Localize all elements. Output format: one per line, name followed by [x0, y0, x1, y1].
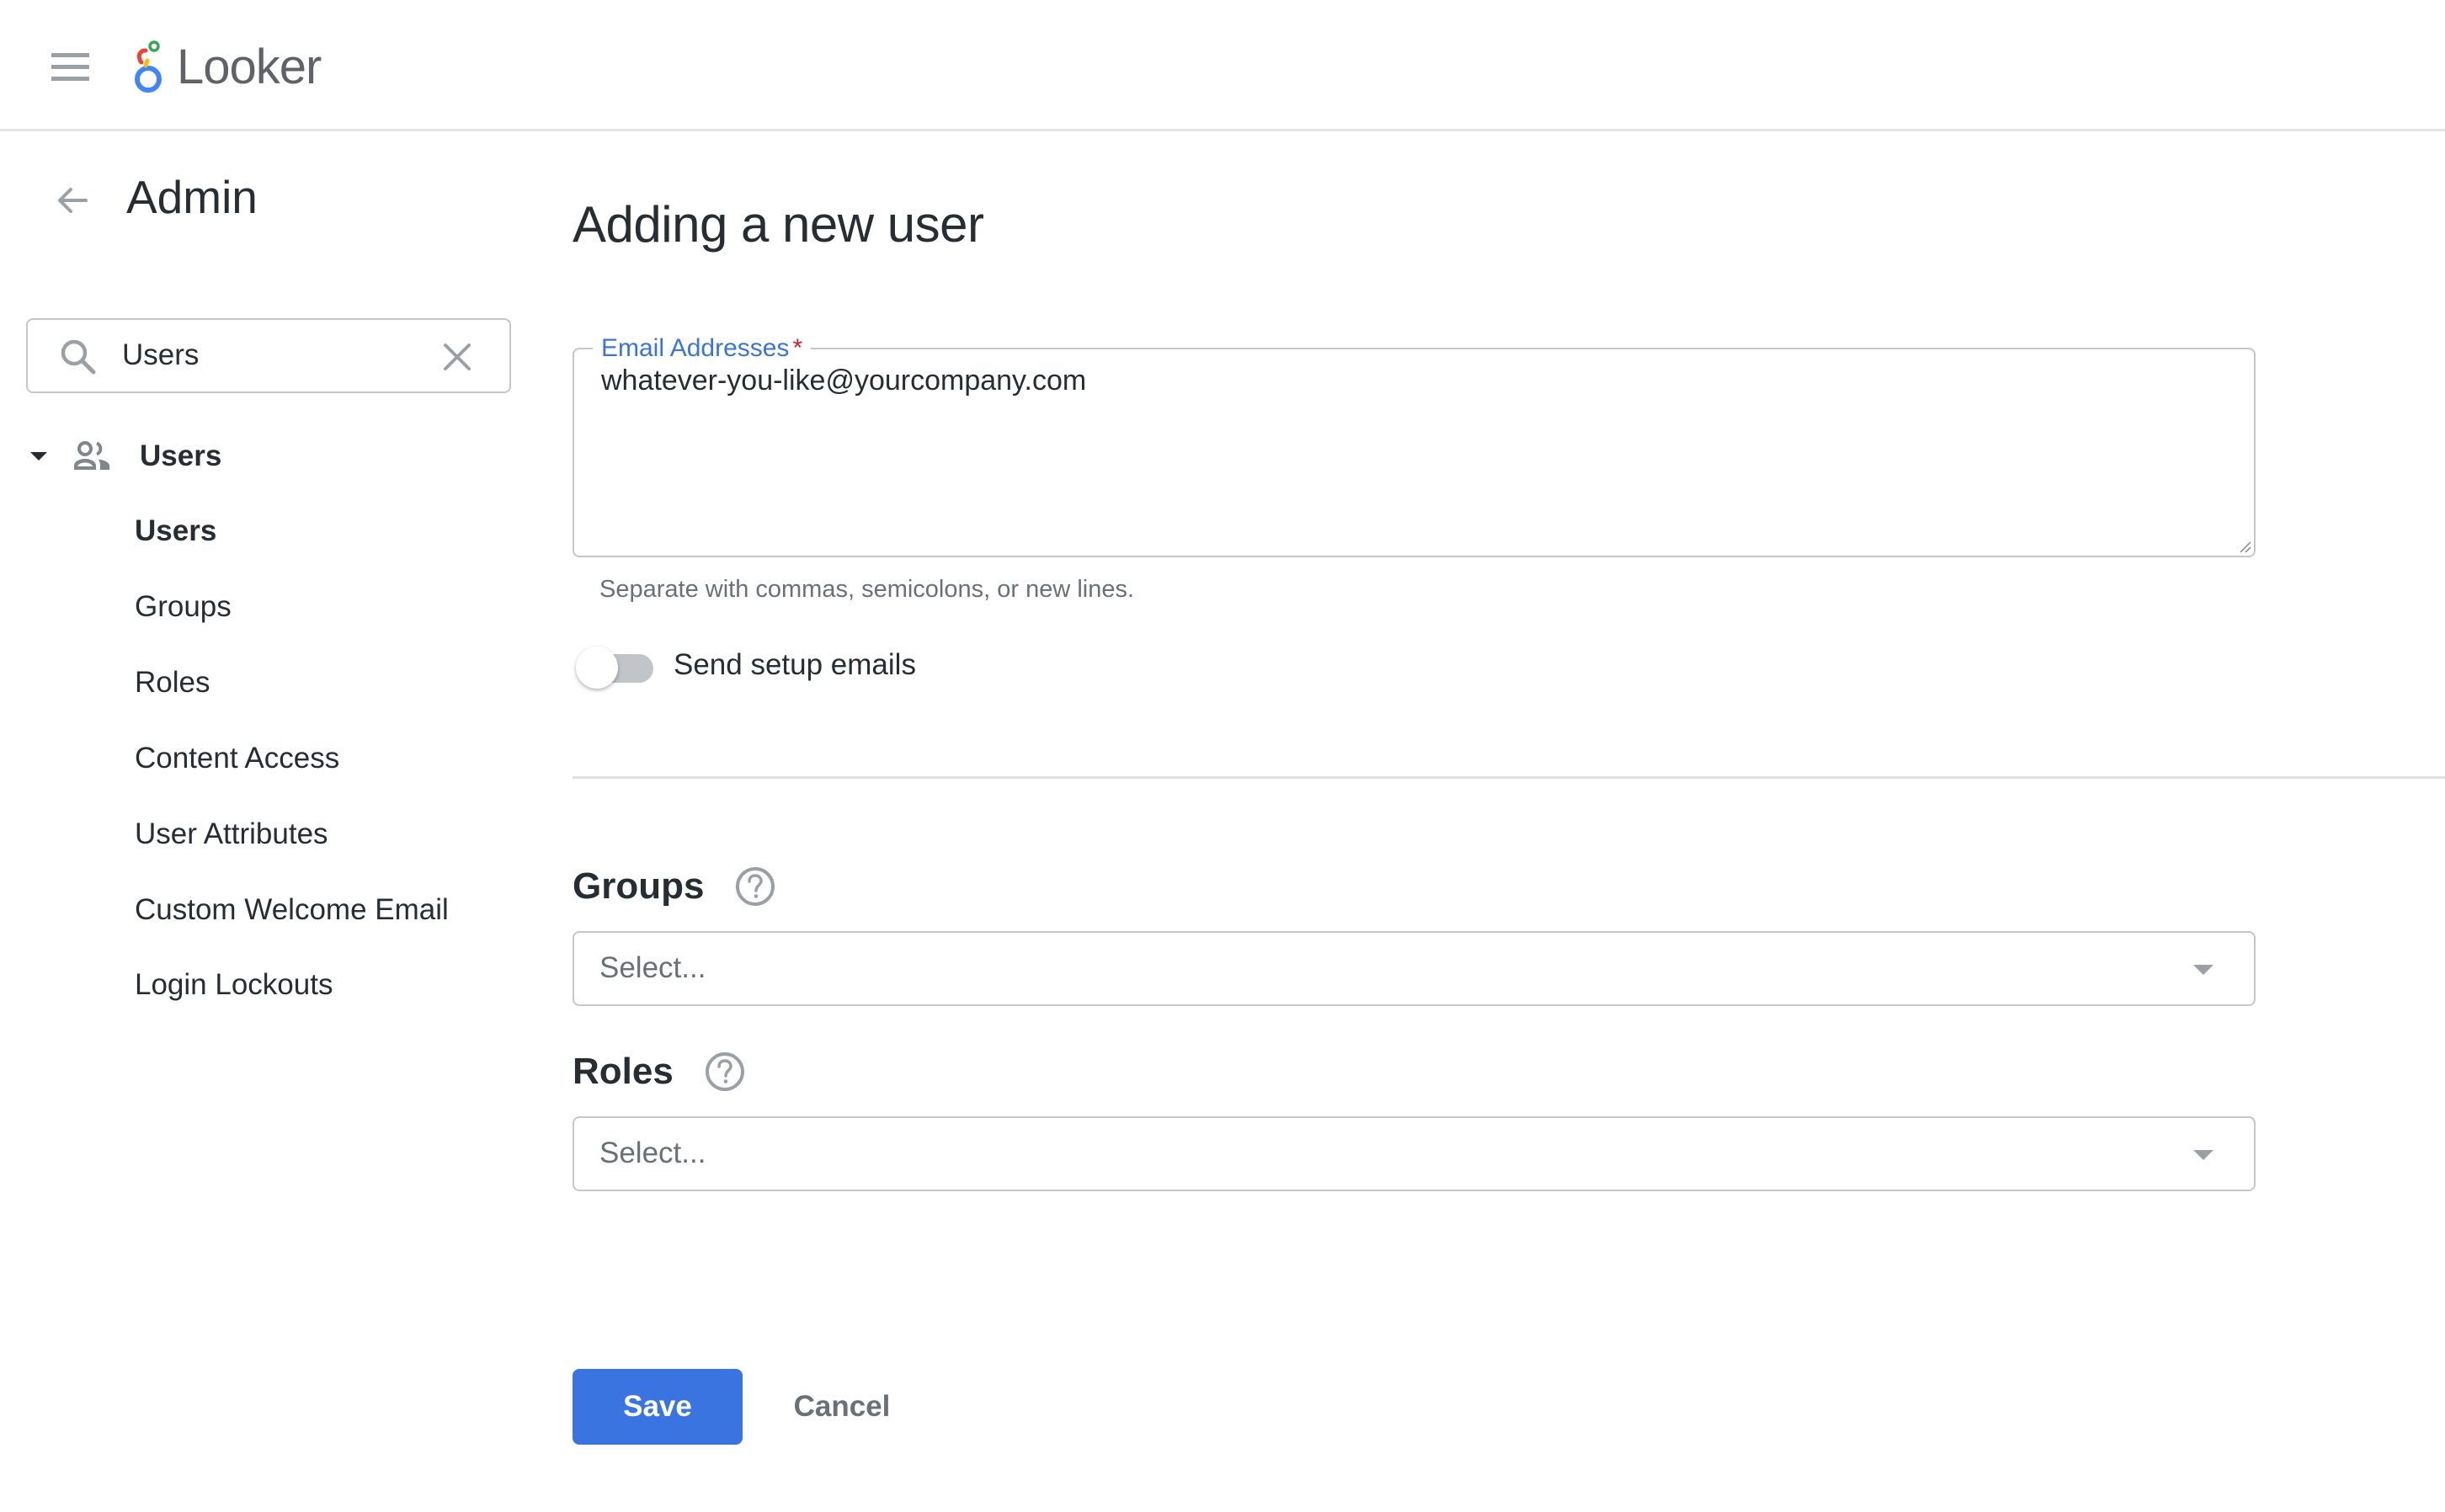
sidebar-item-groups[interactable]: Groups	[135, 586, 232, 628]
email-addresses-label: Email Addresses *	[593, 334, 812, 363]
groups-heading-text: Groups	[573, 865, 705, 907]
hamburger-menu-icon[interactable]	[49, 49, 93, 84]
sidebar-group-label: Users	[140, 439, 222, 472]
send-setup-emails-toggle[interactable]	[576, 645, 655, 690]
email-addresses-input[interactable]	[601, 365, 2226, 541]
app-name: Looker	[177, 39, 322, 94]
sidebar-title: Admin	[126, 171, 258, 223]
sidebar-search[interactable]	[26, 318, 511, 393]
required-marker: *	[792, 334, 803, 362]
search-icon	[61, 339, 96, 375]
email-helper-text: Separate with commas, semicolons, or new…	[599, 576, 1135, 603]
groups-select-placeholder: Select...	[599, 951, 706, 984]
hamburger-line	[51, 65, 89, 69]
cancel-button[interactable]: Cancel	[783, 1369, 901, 1445]
caret-down-icon	[2193, 965, 2213, 975]
send-setup-emails-label[interactable]: Send setup emails	[674, 648, 916, 682]
email-label-text: Email Addresses	[601, 334, 790, 362]
top-header: Looker	[0, 0, 2445, 131]
groups-select[interactable]: Select...	[573, 931, 2256, 1006]
looker-logo-icon	[135, 40, 162, 93]
roles-select-placeholder: Select...	[599, 1137, 706, 1169]
sidebar-item-content-access[interactable]: Content Access	[135, 737, 339, 780]
sidebar-item-user-attributes[interactable]: User Attributes	[135, 813, 328, 855]
email-addresses-field[interactable]: Email Addresses *	[573, 334, 2256, 557]
sidebar-item-roles[interactable]: Roles	[135, 662, 210, 704]
sidebar-item-users[interactable]: Users	[135, 510, 216, 552]
groups-heading: Groups	[573, 865, 776, 908]
section-divider	[573, 776, 2445, 779]
hamburger-line	[51, 53, 89, 57]
sidebar-item-custom-welcome-email[interactable]: Custom Welcome Email	[135, 889, 449, 931]
sidebar-group-users[interactable]: Users	[25, 434, 505, 479]
people-icon	[74, 441, 109, 470]
sidebar-item-login-lockouts[interactable]: Login Lockouts	[135, 964, 333, 1006]
help-circle-icon[interactable]	[734, 865, 776, 908]
sidebar-search-input[interactable]	[122, 338, 425, 372]
help-circle-icon[interactable]	[704, 1051, 746, 1093]
hamburger-line	[51, 77, 89, 81]
save-button[interactable]: Save	[573, 1369, 743, 1445]
page-title: Adding a new user	[573, 196, 984, 253]
arrow-left-icon[interactable]	[52, 180, 93, 221]
looker-logo[interactable]: Looker	[131, 37, 322, 96]
roles-select[interactable]: Select...	[573, 1116, 2256, 1191]
roles-heading-text: Roles	[573, 1051, 674, 1092]
caret-down-icon	[2193, 1150, 2213, 1160]
toggle-knob	[576, 647, 618, 689]
close-icon[interactable]	[440, 340, 474, 374]
resize-handle-icon[interactable]	[2238, 540, 2251, 553]
roles-heading: Roles	[573, 1051, 746, 1093]
caret-down-icon[interactable]	[30, 452, 47, 461]
